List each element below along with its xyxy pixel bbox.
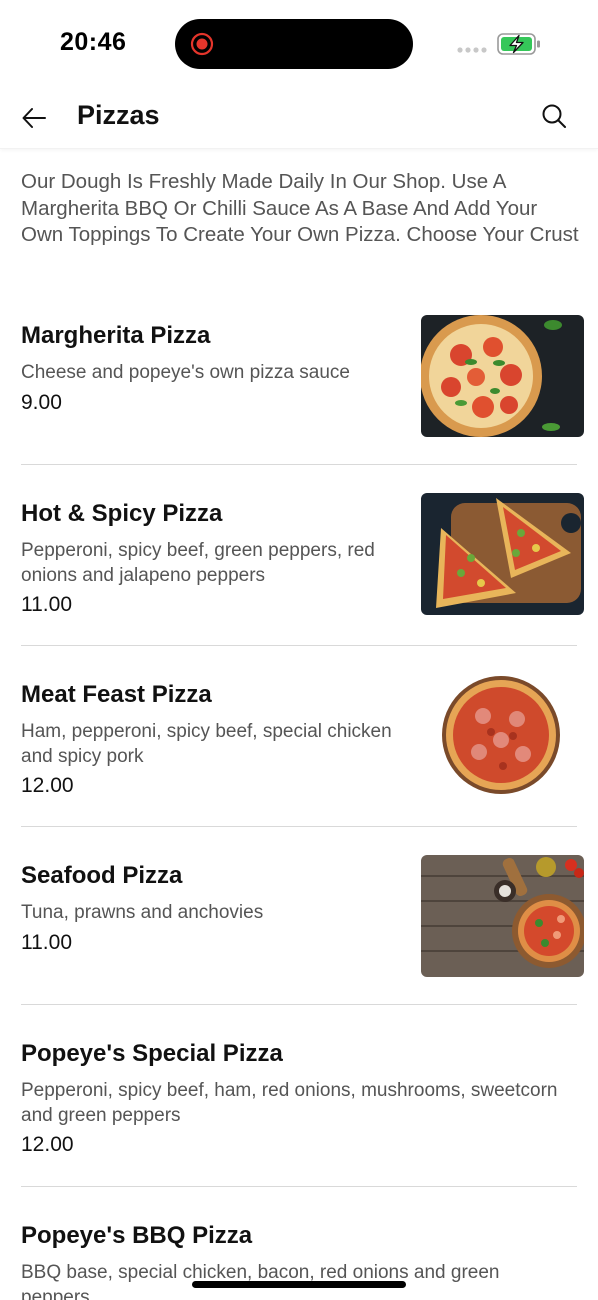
item-description: Pepperoni, spicy beef, ham, red onions, … — [21, 1080, 558, 1126]
divider — [21, 464, 577, 465]
menu-item-seafood-pizza[interactable]: Seafood Pizza Tuna, prawns and anchovies… — [0, 840, 598, 1000]
item-price: 12.00 — [21, 1133, 74, 1156]
app-header: Pizzas — [0, 88, 598, 149]
item-description: Cheese and popeye's own pizza sauce — [21, 362, 350, 383]
item-name: Hot & Spicy Pizza — [21, 500, 223, 527]
item-price: 11.00 — [21, 593, 72, 616]
item-name: Popeye's Special Pizza — [21, 1040, 283, 1067]
menu-item-meat-feast-pizza[interactable]: Meat Feast Pizza Ham, pepperoni, spicy b… — [0, 659, 598, 824]
item-name: Meat Feast Pizza — [21, 681, 212, 708]
menu-item-hot-spicy-pizza[interactable]: Hot & Spicy Pizza Pepperoni, spicy beef,… — [0, 478, 598, 643]
cellular-signal-icon — [457, 47, 487, 53]
category-description: Our Dough Is Freshly Made Daily In Our S… — [21, 170, 579, 246]
item-price: 9.00 — [21, 391, 62, 414]
menu-item-margherita-pizza[interactable]: Margherita Pizza Cheese and popeye's own… — [0, 300, 598, 460]
status-time: 20:46 — [60, 28, 127, 56]
margherita-pizza-image — [421, 315, 584, 437]
hot-spicy-pizza-image — [421, 493, 584, 615]
home-indicator[interactable] — [192, 1281, 406, 1288]
divider — [21, 645, 577, 646]
item-description: Ham, pepperoni, spicy beef, special chic… — [21, 721, 392, 767]
item-name: Margherita Pizza — [21, 322, 211, 349]
item-price: 12.00 — [21, 774, 74, 797]
divider — [21, 826, 577, 827]
menu-content[interactable]: Our Dough Is Freshly Made Daily In Our S… — [0, 150, 598, 1300]
dynamic-island — [175, 19, 413, 69]
screen-recording-icon — [190, 32, 214, 56]
status-bar: 20:46 — [0, 0, 598, 88]
item-name: Popeye's BBQ Pizza — [21, 1222, 253, 1249]
search-icon[interactable] — [540, 102, 568, 130]
item-description: Pepperoni, spicy beef, green peppers, re… — [21, 540, 375, 586]
item-price: 11.00 — [21, 931, 72, 954]
battery-charging-icon — [497, 33, 540, 55]
divider — [21, 1186, 577, 1187]
menu-item-popeyes-special-pizza[interactable]: Popeye's Special Pizza Pepperoni, spicy … — [0, 1018, 598, 1183]
screen: 20:46 Pizzas Our Dough Is Freshly Made D… — [0, 0, 598, 1300]
back-arrow-icon[interactable] — [20, 104, 48, 132]
seafood-pizza-image — [421, 855, 584, 977]
item-name: Seafood Pizza — [21, 862, 183, 889]
meat-feast-pizza-image — [421, 674, 584, 796]
page-title: Pizzas — [77, 100, 160, 130]
item-description: BBQ base, special chicken, bacon, red on… — [21, 1262, 500, 1300]
item-description: Tuna, prawns and anchovies — [21, 902, 264, 923]
divider — [21, 1004, 577, 1005]
